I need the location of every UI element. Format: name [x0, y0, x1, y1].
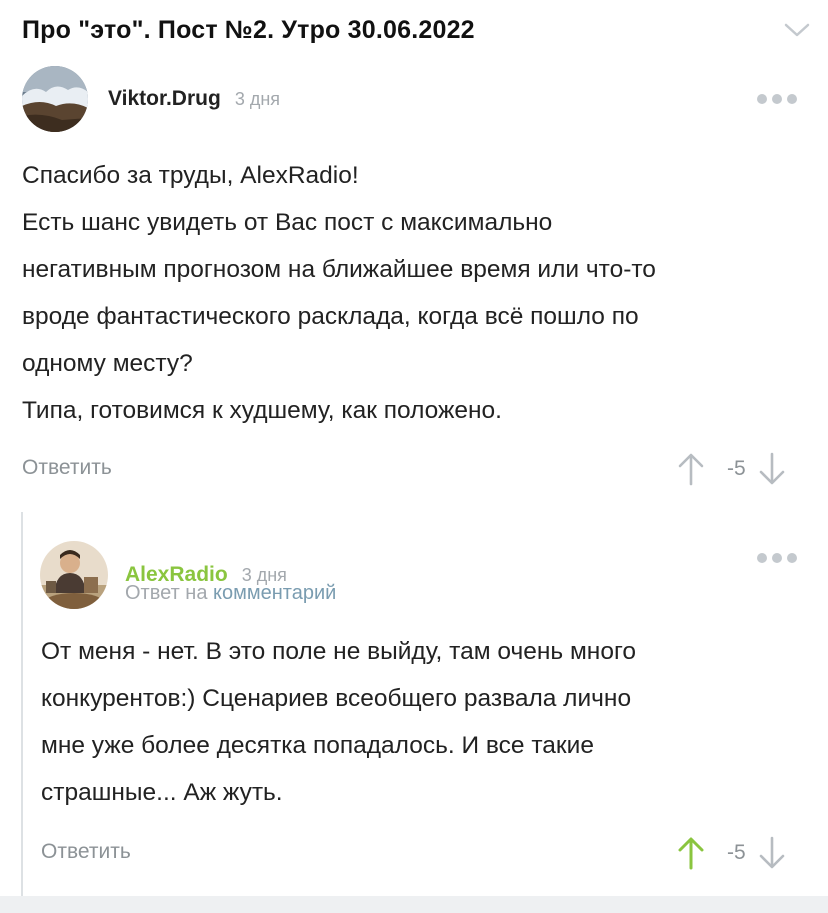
comment-line: негативным прогнозом на ближайшее время …	[22, 256, 656, 283]
arrow-down-icon[interactable]	[758, 836, 786, 870]
reply-to-prefix: Ответ на	[125, 582, 208, 604]
bottom-divider	[0, 896, 828, 913]
reply-button[interactable]: Ответить	[22, 456, 112, 480]
post-title: Про "это". Пост №2. Утро 30.06.2022	[22, 15, 475, 44]
comment-body: Спасибо за труды, AlexRadio! Есть шанс у…	[22, 152, 656, 434]
comment-author[interactable]: Viktor.Drug	[108, 87, 221, 111]
comment-line: конкурентов:) Сценариев всеобщего развал…	[41, 685, 632, 712]
comment-line: страшные... Аж жуть.	[41, 779, 283, 806]
comment-line: одному месту?	[22, 350, 193, 377]
reply-to-note: Ответ на комментарий	[125, 582, 336, 605]
comment-body: От меня - нет. В это поле не выйду, там …	[41, 628, 636, 816]
comment-line: мне уже более десятка попадалось. И все …	[41, 732, 594, 759]
more-dots-icon[interactable]	[757, 94, 797, 104]
vote-controls: -5	[677, 836, 786, 870]
comment-line: От меня - нет. В это поле не выйду, там …	[41, 638, 636, 665]
comment-footer: Ответить	[22, 456, 112, 480]
avatar[interactable]	[40, 541, 108, 609]
vote-controls: -5	[677, 452, 786, 486]
arrow-up-icon[interactable]	[677, 836, 705, 870]
rating-value: -5	[727, 457, 746, 480]
thread-line	[21, 512, 23, 896]
rating-value: -5	[727, 841, 746, 864]
comment-line: Спасибо за труды, AlexRadio!	[22, 162, 359, 189]
arrow-up-icon[interactable]	[677, 452, 705, 486]
reply-button[interactable]: Ответить	[41, 840, 131, 864]
more-dots-icon[interactable]	[757, 553, 797, 563]
comment-time: 3 дня	[234, 88, 281, 109]
comment-footer: Ответить	[41, 840, 131, 864]
arrow-down-icon[interactable]	[758, 452, 786, 486]
comment-line: Типа, готовимся к худшему, как положено.	[22, 397, 502, 424]
comment-line: Есть шанс увидеть от Вас пост с максимал…	[22, 209, 553, 236]
avatar[interactable]	[22, 66, 88, 132]
post-header: Про "это". Пост №2. Утро 30.06.2022	[22, 12, 812, 48]
comment-line: вроде фантастического расклада, когда вс…	[22, 303, 639, 330]
reply-to-link[interactable]: комментарий	[213, 582, 336, 604]
comment-header: Viktor.Drug 3 дня	[22, 66, 280, 132]
chevron-down-icon[interactable]	[782, 19, 812, 41]
